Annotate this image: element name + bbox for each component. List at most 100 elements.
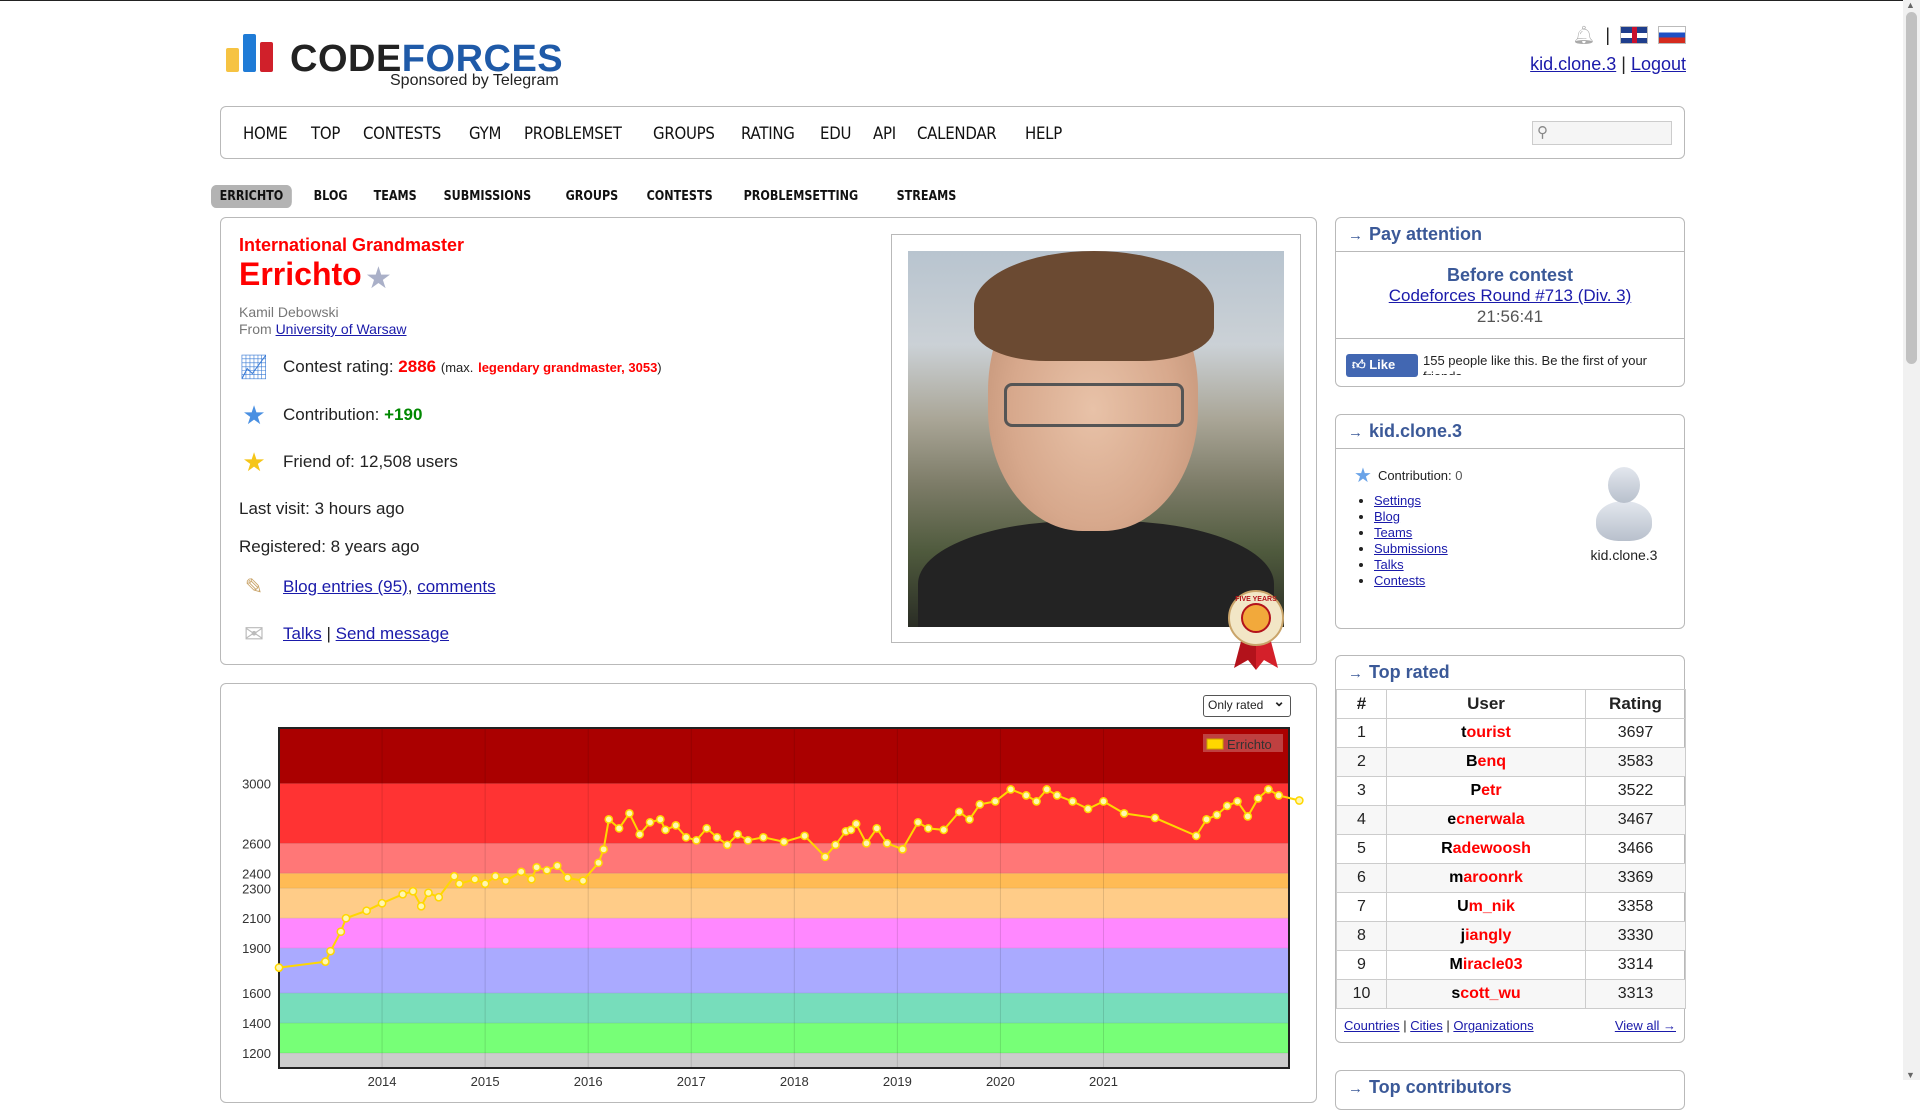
- row-user[interactable]: ecnerwala: [1386, 805, 1586, 835]
- view-all-link[interactable]: View all →: [1615, 1018, 1676, 1033]
- submissions-link[interactable]: Submissions: [1374, 541, 1448, 556]
- submenu-problemsetting[interactable]: PROBLEMSETTING: [735, 185, 867, 208]
- data-point: [954, 807, 964, 817]
- row-user[interactable]: Radewoosh: [1386, 834, 1586, 864]
- row-user[interactable]: tourist: [1386, 718, 1586, 748]
- talks-side-link[interactable]: Talks: [1374, 557, 1404, 572]
- countries-link[interactable]: Countries: [1344, 1018, 1400, 1033]
- row-user[interactable]: maroonrk: [1386, 863, 1586, 893]
- submenu-submissions[interactable]: SUBMISSIONS: [435, 185, 540, 208]
- menu-problemset[interactable]: PROBLEMSET: [524, 124, 622, 144]
- data-point: [1222, 801, 1232, 811]
- thumbs-up-icon: 👍︎: [1352, 357, 1366, 372]
- row-rank: 3: [1336, 776, 1387, 806]
- data-point: [702, 824, 712, 833]
- submenu-groups[interactable]: GROUPS: [557, 185, 627, 208]
- x-tick-label: 2020: [986, 1074, 1015, 1089]
- menu-edu[interactable]: EDU: [820, 124, 851, 144]
- row-user[interactable]: Um_nik: [1386, 892, 1586, 922]
- scroll-up-icon[interactable]: ▲: [1906, 0, 1915, 10]
- contest-link[interactable]: Codeforces Round #713 (Div. 3): [1389, 286, 1632, 305]
- logout-link[interactable]: Logout: [1631, 54, 1686, 74]
- scroll-down-icon[interactable]: ▼: [1906, 1070, 1915, 1080]
- row-user[interactable]: Petr: [1386, 776, 1586, 806]
- data-point: [341, 913, 351, 923]
- data-point: [990, 797, 1000, 806]
- data-point: [527, 874, 536, 884]
- english-flag-icon[interactable]: [1620, 26, 1648, 44]
- rating-band: [279, 948, 1289, 994]
- data-point: [563, 873, 572, 883]
- codeforces-logo[interactable]: CODEFORCES Sponsored by Telegram: [224, 32, 566, 94]
- registered: Registered: 8 years ago: [239, 537, 420, 556]
- data-point: [594, 858, 603, 868]
- facebook-like-button[interactable]: 👍︎ Like: [1346, 354, 1418, 377]
- row-user[interactable]: jiangly: [1386, 921, 1586, 951]
- data-point: [655, 815, 665, 824]
- menu-gym[interactable]: GYM: [469, 124, 501, 144]
- menu-groups[interactable]: GROUPS: [653, 124, 715, 144]
- menu-contests[interactable]: CONTESTS: [363, 124, 441, 144]
- rating-band: [279, 873, 1289, 889]
- data-point: [1253, 794, 1263, 803]
- data-point: [965, 815, 974, 824]
- cities-link[interactable]: Cities: [1410, 1018, 1443, 1033]
- top-rated-row: 7 Um_nik 3358: [1336, 892, 1686, 922]
- talks-link[interactable]: Talks: [283, 624, 322, 644]
- contests-side-link[interactable]: Contests: [1374, 573, 1425, 588]
- submenu-handle[interactable]: ERRICHTO: [211, 185, 292, 208]
- favorite-star-icon[interactable]: ★: [365, 261, 392, 296]
- blog-entries-link[interactable]: Blog entries (95): [283, 577, 408, 597]
- menu-rating[interactable]: RATING: [741, 124, 795, 144]
- data-point: [398, 889, 408, 899]
- row-rating: 3314: [1585, 950, 1686, 980]
- submenu-teams[interactable]: TEAMS: [365, 185, 425, 208]
- header-user-link[interactable]: kid.clone.3: [1530, 54, 1616, 74]
- russian-flag-icon[interactable]: [1658, 26, 1686, 44]
- data-point: [501, 876, 511, 886]
- menu-api[interactable]: API: [873, 124, 896, 144]
- five-years-badge-icon: FIVE YEARS: [1228, 590, 1284, 670]
- top-rated-row: 1 tourist 3697: [1336, 718, 1686, 748]
- col-rank: #: [1336, 689, 1387, 719]
- blog-link[interactable]: Blog: [1374, 509, 1400, 524]
- notification-bell-icon[interactable]: 🔔︎: [1572, 25, 1595, 46]
- organization-link[interactable]: University of Warsaw: [276, 321, 407, 337]
- top-contributors-box: → Top contributors: [1335, 1070, 1685, 1110]
- search-input[interactable]: ⚲: [1532, 121, 1672, 145]
- row-rank: 7: [1336, 892, 1387, 922]
- comments-link[interactable]: comments: [417, 577, 495, 597]
- menu-home[interactable]: HOME: [243, 124, 288, 144]
- row-rank: 2: [1336, 747, 1387, 777]
- data-point: [377, 898, 387, 908]
- row-user[interactable]: Miracle03: [1386, 950, 1586, 980]
- user-photo-frame: FIVE YEARS: [891, 234, 1301, 670]
- organizations-link[interactable]: Organizations: [1453, 1018, 1533, 1033]
- main-menu: HOME TOP CONTESTS GYM PROBLEMSET GROUPS …: [220, 106, 1685, 159]
- row-rating: 3330: [1585, 921, 1686, 951]
- submenu-streams[interactable]: STREAMS: [888, 185, 965, 208]
- page-scrollbar[interactable]: ▲ ▼: [1903, 0, 1920, 1080]
- send-message-link[interactable]: Send message: [336, 624, 449, 644]
- row-user[interactable]: Benq: [1386, 747, 1586, 777]
- data-point: [578, 876, 588, 886]
- teams-link[interactable]: Teams: [1374, 525, 1412, 540]
- submenu-blog[interactable]: BLOG: [305, 185, 356, 208]
- data-point: [424, 888, 433, 898]
- menu-calendar[interactable]: CALENDAR: [917, 124, 997, 144]
- friend-star-icon: ★: [242, 446, 266, 477]
- y-tick-label: 3000: [242, 776, 271, 791]
- rating-chart-icon: 📈︎: [238, 353, 270, 381]
- default-avatar-icon[interactable]: [1596, 467, 1652, 541]
- row-user[interactable]: scott_wu: [1386, 979, 1586, 1009]
- settings-link[interactable]: Settings: [1374, 493, 1421, 508]
- talks-row: ✉ Talks | Send message: [239, 619, 449, 649]
- data-point: [872, 824, 882, 833]
- data-point: [733, 829, 742, 839]
- y-tick-label: 2100: [242, 911, 271, 926]
- scrollbar-thumb[interactable]: [1906, 12, 1917, 364]
- menu-top[interactable]: TOP: [311, 124, 340, 144]
- envelope-icon: ✉: [243, 620, 265, 648]
- submenu-contests[interactable]: CONTESTS: [638, 185, 721, 208]
- menu-help[interactable]: HELP: [1025, 124, 1062, 144]
